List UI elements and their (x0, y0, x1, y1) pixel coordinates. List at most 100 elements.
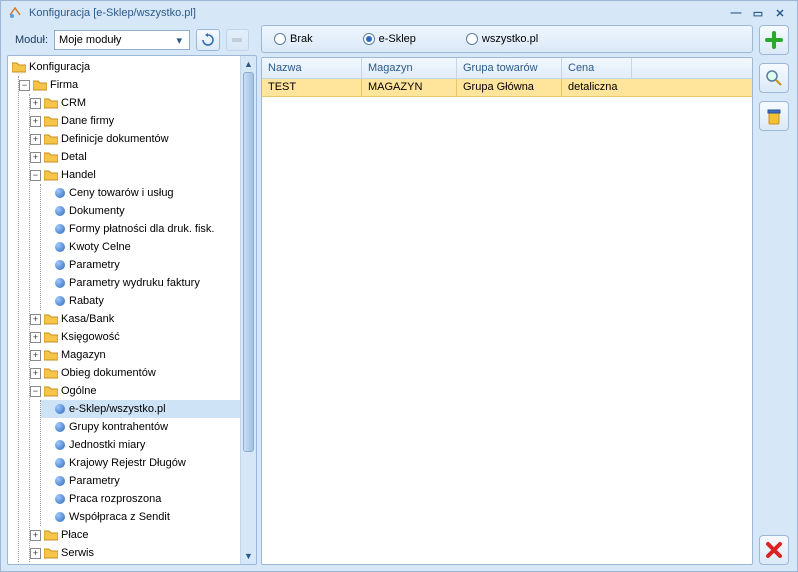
disabled-button (226, 29, 249, 51)
expand-icon[interactable]: + (30, 350, 41, 361)
tree-leaf[interactable]: Jednostki miary (41, 436, 240, 454)
col-cena[interactable]: Cena (562, 58, 632, 78)
right-main: Brak e-Sklep wszystko.pl Nazwa Magazyn G… (261, 25, 753, 565)
radio-wszystko[interactable]: wszystko.pl (466, 33, 538, 45)
tree-firma[interactable]: − Firma (19, 76, 240, 94)
left-panel: Moduł: Moje moduły ▾ (7, 25, 257, 565)
bullet-icon (55, 206, 65, 216)
folder-icon (44, 385, 58, 397)
tree-leaf[interactable]: Rabaty (41, 292, 240, 310)
expand-icon[interactable]: + (30, 98, 41, 109)
cancel-button[interactable] (759, 535, 789, 565)
delete-button[interactable] (759, 101, 789, 131)
expand-icon[interactable]: + (30, 332, 41, 343)
collapse-icon[interactable]: − (30, 170, 41, 181)
bullet-icon (55, 278, 65, 288)
tree-leaf[interactable]: Dokumenty (41, 202, 240, 220)
expand-icon[interactable]: + (30, 548, 41, 559)
expand-icon[interactable]: + (30, 134, 41, 145)
app-icon (7, 5, 23, 21)
tree-leaf[interactable]: Parametry wydruku faktury (41, 274, 240, 292)
tree-ogolne[interactable]: −Ogólne (30, 382, 240, 400)
tree-leaf[interactable]: Parametry (41, 256, 240, 274)
radio-icon (363, 33, 375, 45)
expand-icon[interactable]: + (30, 368, 41, 379)
refresh-button[interactable] (196, 29, 219, 51)
tree-leaf[interactable]: Krajowy Rejestr Długów (41, 454, 240, 472)
radio-icon (274, 33, 286, 45)
tree-esklep[interactable]: e-Sklep/wszystko.pl (41, 400, 240, 418)
module-row: Moduł: Moje moduły ▾ (7, 25, 257, 55)
folder-icon (44, 331, 58, 343)
scroll-thumb[interactable] (243, 72, 254, 452)
search-button[interactable] (759, 63, 789, 93)
magnifier-icon (764, 68, 784, 88)
tree-crm[interactable]: +CRM (30, 94, 240, 112)
folder-icon (33, 79, 47, 91)
tree-leaf[interactable]: Formy płatności dla druk. fisk. (41, 220, 240, 238)
expand-icon[interactable]: + (30, 152, 41, 163)
bullet-icon (55, 512, 65, 522)
tree-leaf[interactable]: Parametry (41, 472, 240, 490)
tree-leaf[interactable]: Kwoty Celne (41, 238, 240, 256)
config-tree[interactable]: Konfiguracja − Firma (8, 56, 240, 564)
radio-brak[interactable]: Brak (274, 33, 313, 45)
col-empty (632, 58, 752, 78)
scroll-down-icon[interactable]: ▼ (241, 548, 256, 564)
add-button[interactable] (759, 25, 789, 55)
tree-ksieg[interactable]: +Księgowość (30, 328, 240, 346)
col-nazwa[interactable]: Nazwa (262, 58, 362, 78)
tree-magazyn[interactable]: +Magazyn (30, 346, 240, 364)
module-label: Moduł: (15, 34, 48, 46)
radio-esklep[interactable]: e-Sklep (363, 33, 416, 45)
bullet-icon (55, 188, 65, 198)
maximize-button[interactable]: ▭ (747, 5, 769, 21)
folder-icon (44, 151, 58, 163)
tree-container: Konfiguracja − Firma (7, 55, 257, 565)
folder-icon (44, 97, 58, 109)
col-grupa[interactable]: Grupa towarów (457, 58, 562, 78)
bullet-icon (55, 458, 65, 468)
titlebar: Konfiguracja [e-Sklep/wszystko.pl] — ▭ ✕ (1, 1, 797, 25)
cell-cena: detaliczna (562, 79, 632, 96)
data-grid[interactable]: Nazwa Magazyn Grupa towarów Cena TEST MA… (261, 57, 753, 565)
collapse-icon[interactable]: − (30, 386, 41, 397)
col-magazyn[interactable]: Magazyn (362, 58, 457, 78)
tree-scrollbar[interactable]: ▲ ▼ (240, 56, 256, 564)
close-icon (764, 540, 784, 560)
bullet-icon (55, 404, 65, 414)
expand-icon[interactable]: + (30, 116, 41, 127)
tree-handel[interactable]: −Handel (30, 166, 240, 184)
module-combobox[interactable]: Moje moduły ▾ (54, 30, 190, 50)
scroll-up-icon[interactable]: ▲ (241, 56, 256, 72)
tree-leaf[interactable]: Grupy kontrahentów (41, 418, 240, 436)
collapse-icon[interactable]: − (19, 80, 30, 91)
right-panel: Brak e-Sklep wszystko.pl Nazwa Magazyn G… (261, 25, 791, 565)
tree-root[interactable]: Konfiguracja (8, 58, 240, 76)
tree-dane-firmy[interactable]: +Dane firmy (30, 112, 240, 130)
tree-def-dok[interactable]: +Definicje dokumentów (30, 130, 240, 148)
tree-place[interactable]: +Płace (30, 526, 240, 544)
folder-icon (44, 529, 58, 541)
folder-icon (44, 547, 58, 559)
tree-leaf[interactable]: Współpraca z Sendit (41, 508, 240, 526)
tree-obieg[interactable]: +Obieg dokumentów (30, 364, 240, 382)
tree-leaf[interactable]: Praca rozproszona (41, 490, 240, 508)
expand-icon[interactable]: + (30, 314, 41, 325)
tree-leaf[interactable]: Ceny towarów i usług (41, 184, 240, 202)
grid-header: Nazwa Magazyn Grupa towarów Cena (262, 58, 752, 79)
folder-icon (44, 367, 58, 379)
close-button[interactable]: ✕ (769, 5, 791, 21)
folder-icon (44, 169, 58, 181)
tree-serwis[interactable]: +Serwis (30, 544, 240, 562)
expand-icon[interactable]: + (30, 530, 41, 541)
grid-row[interactable]: TEST MAGAZYN Grupa Główna detaliczna (262, 79, 752, 97)
tree-kasa[interactable]: +Kasa/Bank (30, 310, 240, 328)
minimize-button[interactable]: — (725, 5, 747, 21)
bullet-icon (55, 296, 65, 306)
tree-detal[interactable]: +Detal (30, 148, 240, 166)
radio-bar: Brak e-Sklep wszystko.pl (261, 25, 753, 53)
plus-icon (764, 30, 784, 50)
body: Moduł: Moje moduły ▾ (1, 25, 797, 571)
cell-grupa: Grupa Główna (457, 79, 562, 96)
